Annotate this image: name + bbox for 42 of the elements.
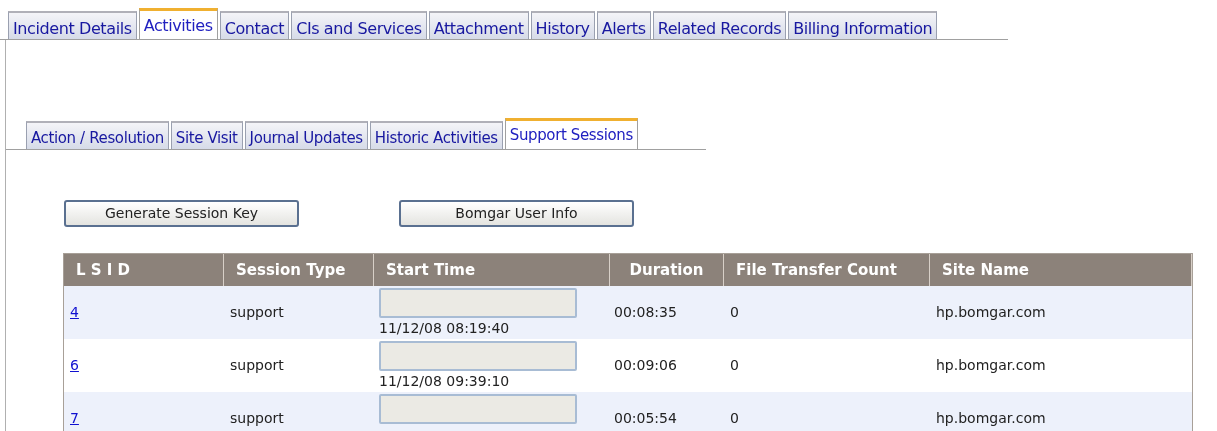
tab[interactable]: Related Records	[652, 11, 787, 39]
tab[interactable]: History	[530, 11, 595, 39]
column-header: L S I D	[76, 259, 131, 281]
lsid-link[interactable]: 6	[70, 355, 79, 376]
tab[interactable]: Journal Updates	[244, 121, 368, 149]
table-cell-text: 0	[730, 356, 739, 375]
table-cell-text: 0	[730, 409, 739, 428]
tab[interactable]: CIs and Services	[291, 11, 427, 39]
table-cell-text: 0	[730, 303, 739, 322]
table-cell-text: hp.bomgar.com	[936, 356, 1046, 375]
column-header: Start Time	[386, 259, 476, 281]
action-button[interactable]: Bomgar User Info	[399, 200, 634, 227]
start-time-field[interactable]	[379, 394, 577, 424]
column-header: Duration	[629, 259, 704, 281]
tab[interactable]: Action / Resolution	[26, 121, 169, 149]
tab[interactable]: Attachment	[428, 11, 529, 39]
tab[interactable]: Historic Activities	[369, 121, 503, 149]
action-button[interactable]: Generate Session Key	[64, 200, 299, 227]
lsid-link[interactable]: 4	[70, 302, 79, 323]
lsid-link[interactable]: 7	[70, 408, 79, 429]
table-cell-text: hp.bomgar.com	[936, 409, 1046, 428]
table-cell-text: 00:05:54	[614, 409, 677, 428]
start-time-field[interactable]	[379, 288, 577, 318]
table-cell-text: 00:08:35	[614, 303, 677, 322]
column-header: Site Name	[942, 259, 1029, 281]
column-header: Session Type	[236, 259, 346, 281]
table-cell-text: hp.bomgar.com	[936, 303, 1046, 322]
tab[interactable]: Contact	[219, 11, 290, 39]
tab[interactable]: Billing Information	[788, 11, 938, 39]
table-cell-text: support	[230, 356, 284, 375]
tab[interactable]: Alerts	[596, 11, 651, 39]
table-cell-text: support	[230, 409, 284, 428]
table-cell-text: 00:09:06	[614, 356, 677, 375]
tab[interactable]: Activities	[138, 8, 218, 39]
table-cell-text: 11/12/08 08:19:40	[379, 319, 511, 338]
table-cell-text: 11/12/08 09:39:10	[379, 372, 511, 391]
column-header: File Transfer Count	[736, 259, 897, 281]
tab[interactable]: Site Visit	[170, 121, 243, 149]
table-cell-text: support	[230, 303, 284, 322]
start-time-field[interactable]	[379, 341, 577, 371]
tab[interactable]: Support Sessions	[504, 118, 638, 149]
tab[interactable]: Incident Details	[8, 11, 137, 39]
